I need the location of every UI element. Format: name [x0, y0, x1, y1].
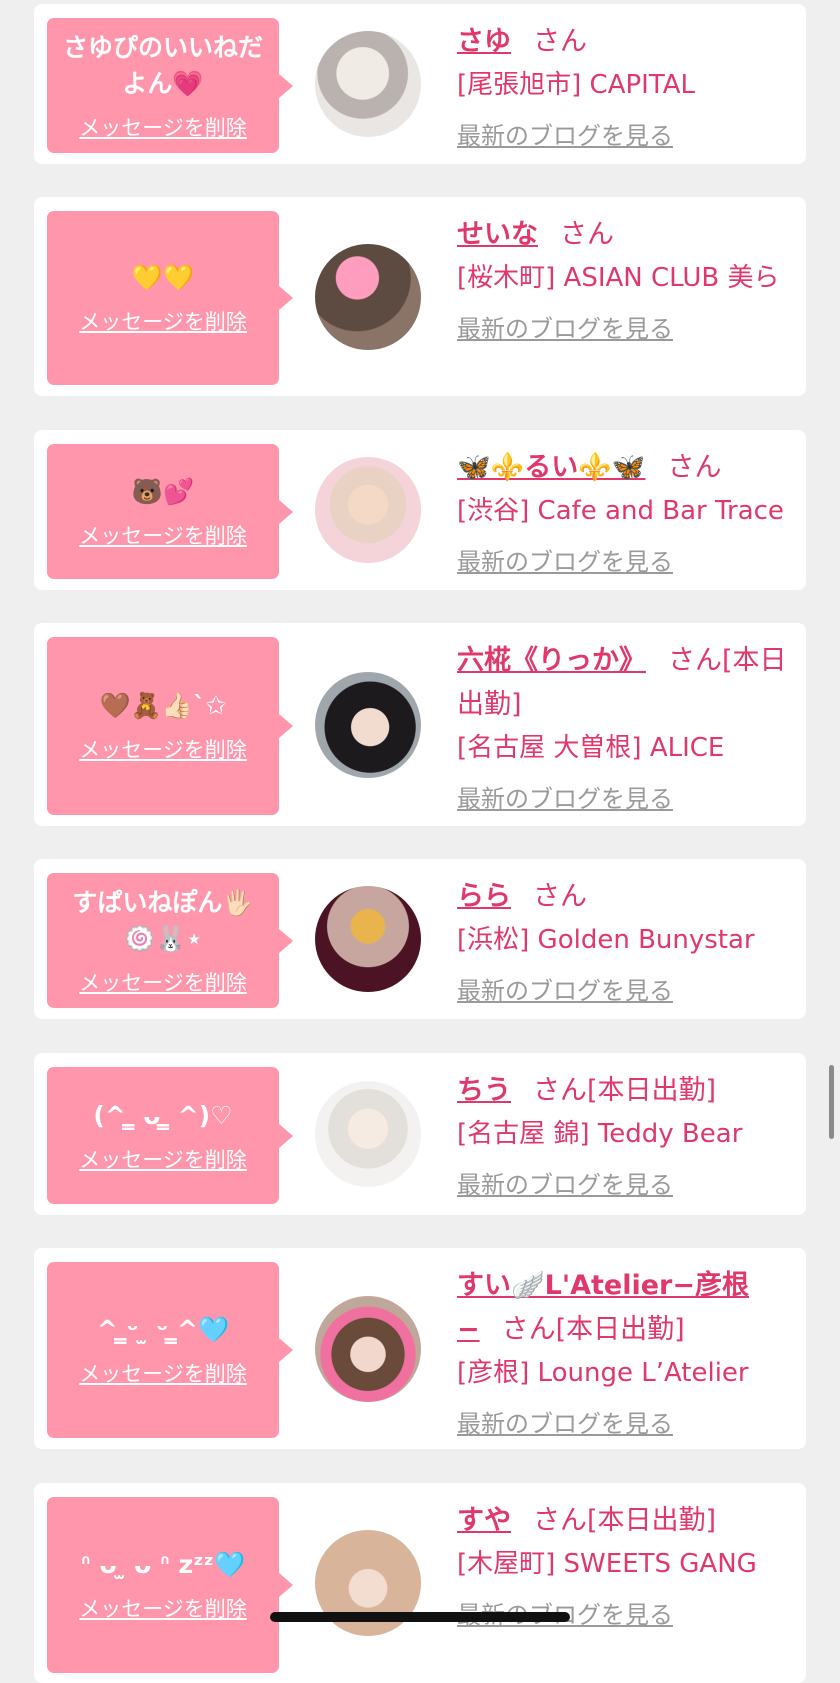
message-text: さゆぴのいいねだよん💗: [62, 32, 263, 98]
work-status: [本日出勤]: [587, 1505, 717, 1536]
profile-info: すやさん[本日出勤][木屋町] SWEETS GANG最新のブログを見る: [457, 1499, 787, 1630]
message-card: ^ ̳ᵕ ̫ ᵕ ̳^🩵 メッセージを削除 すい🪽L'Atelier−彦根− さん[本…: [34, 1248, 806, 1449]
honorific: さん: [501, 1314, 556, 1345]
latest-blog-link[interactable]: 最新のブログを見る: [457, 542, 673, 577]
message-text: (^ ̳ ᴗ ̳ ^)♡: [93, 1100, 233, 1130]
message-bubble: さゆぴのいいねだよん💗 メッセージを削除: [47, 18, 293, 153]
honorific: さん: [533, 1075, 587, 1106]
latest-blog-link[interactable]: 最新のブログを見る: [457, 1165, 673, 1200]
honorific: さん: [668, 645, 722, 676]
delete-message-link[interactable]: メッセージを削除: [79, 112, 247, 142]
name-line: 🦋⚜️るい⚜️🦋 さん: [457, 446, 787, 490]
shop-label: [尾張旭市] CAPITAL: [457, 70, 695, 100]
message-bubble: (^ ̳ ᴗ ̳ ^)♡ メッセージを削除: [47, 1067, 293, 1204]
delete-message-link[interactable]: メッセージを削除: [79, 1593, 247, 1623]
home-indicator: [270, 1612, 570, 1622]
message-card: 🤎🧸👍🏻`✩ メッセージを削除 六椛《りっか》 さん[本日出勤] [名古屋 大曽根] A…: [34, 623, 806, 826]
message-card: 💛💛 メッセージを削除 せいな さん [桜木町] ASIAN CLUB 美ら最新のブログ…: [34, 197, 806, 396]
shop-label: [浜松] Golden Bunystar: [457, 925, 755, 955]
name-line: せいな さん: [457, 213, 787, 257]
shop-label: [木屋町] SWEETS GANG: [457, 1549, 757, 1579]
profile-name-link[interactable]: すや: [457, 1505, 511, 1536]
name-line: さゆ さん: [457, 20, 787, 64]
work-status: [本日出勤]: [555, 1314, 685, 1345]
message-text: 🐻💕: [131, 476, 195, 506]
message-text: ᐢ ᴗ ̫ ᴗ ᐢ zᶻᶻ🩵: [80, 1550, 246, 1579]
profile-info: 六椛《りっか》 さん[本日出勤] [名古屋 大曽根] ALICE 最新のブログを見る: [457, 639, 787, 814]
message-card: (^ ̳ ᴗ ̳ ^)♡ メッセージを削除 ちう さん[本日出勤] [名古屋 錦] Te…: [34, 1053, 806, 1215]
profile-name-link[interactable]: ちう: [457, 1075, 511, 1106]
shop-label: [名古屋 錦] Teddy Bear: [457, 1119, 743, 1149]
profile-name-link[interactable]: さゆ: [457, 26, 511, 57]
delete-message-link[interactable]: メッセージを削除: [79, 967, 247, 997]
delete-message-link[interactable]: メッセージを削除: [79, 1144, 247, 1174]
latest-blog-link[interactable]: 最新のブログを見る: [457, 971, 673, 1006]
avatar[interactable]: [315, 1081, 421, 1187]
delete-message-link[interactable]: メッセージを削除: [79, 1358, 247, 1388]
profile-info: らら さん [浜松] Golden Bunystar 最新のブログを見る: [457, 875, 787, 1006]
name-line: ちう さん[本日出勤]: [457, 1069, 787, 1113]
latest-blog-link[interactable]: 最新のブログを見る: [457, 309, 673, 344]
message-bubble: ᐢ ᴗ ̫ ᴗ ᐢ zᶻᶻ🩵 メッセージを削除: [47, 1497, 293, 1673]
shop-label: [桜木町] ASIAN CLUB 美ら: [457, 263, 780, 293]
honorific: さん: [667, 452, 722, 483]
shop-label: [彦根] Lounge L’Atelier: [457, 1358, 749, 1388]
honorific: さん: [533, 881, 587, 912]
avatar[interactable]: [315, 1295, 421, 1402]
message-bubble: 🤎🧸👍🏻`✩ メッセージを削除: [47, 637, 293, 815]
honorific: さん: [560, 219, 614, 250]
message-card: すぱいねぽん🖐🏻🍥🐰⋆ メッセージを削除 らら さん [浜松] Golden Bunys…: [34, 859, 806, 1019]
profile-info: すい🪽L'Atelier−彦根− さん[本日出勤] [彦根] Lounge L’At…: [457, 1264, 787, 1439]
work-status: [本日出勤]: [587, 1075, 717, 1106]
delete-message-link[interactable]: メッセージを削除: [79, 520, 247, 550]
latest-blog-link[interactable]: 最新のブログを見る: [457, 1404, 673, 1439]
name-line: すや さん[本日出勤]: [457, 1499, 787, 1543]
message-card: 🐻💕 メッセージを削除 🦋⚜️るい⚜️🦋 さん [渋谷] Cafe and Bar Tr…: [34, 430, 806, 590]
name-line: らら さん: [457, 875, 787, 919]
message-text: すぱいねぽん🖐🏻🍥🐰⋆: [72, 887, 254, 953]
avatar[interactable]: [315, 31, 421, 137]
avatar[interactable]: [315, 457, 421, 563]
profile-name-link[interactable]: せいな: [457, 219, 538, 250]
profile-name-link[interactable]: らら: [457, 881, 511, 912]
profile-info: 🦋⚜️るい⚜️🦋 さん [渋谷] Cafe and Bar Trace 最新のブログを…: [457, 446, 787, 577]
profile-info: ちう さん[本日出勤] [名古屋 錦] Teddy Bear 最新のブログを見る: [457, 1069, 787, 1200]
avatar[interactable]: [315, 243, 421, 350]
message-card: さゆぴのいいねだよん💗 メッセージを削除 さゆ さん [尾張旭市] CAPITAL 最新の…: [34, 4, 806, 164]
delete-message-link[interactable]: メッセージを削除: [79, 734, 247, 764]
avatar[interactable]: [315, 671, 421, 778]
scrollbar[interactable]: [829, 1065, 834, 1139]
message-text: ^ ̳ᵕ ̫ ᵕ ̳^🩵: [96, 1315, 230, 1344]
message-text: 🤎🧸👍🏻`✩: [99, 691, 227, 720]
profile-info: せいな さん [桜木町] ASIAN CLUB 美ら最新のブログを見る: [457, 213, 787, 344]
name-line: すい🪽L'Atelier−彦根− さん[本日出勤]: [457, 1264, 787, 1352]
message-card: ᐢ ᴗ ̫ ᴗ ᐢ zᶻᶻ🩵 メッセージを削除 すや さん[本日出勤] [木屋町] SW…: [34, 1483, 806, 1683]
message-bubble: 🐻💕 メッセージを削除: [47, 444, 293, 579]
message-bubble: 💛💛 メッセージを削除: [47, 211, 293, 385]
name-line: 六椛《りっか》 さん[本日出勤]: [457, 639, 787, 727]
profile-name-link[interactable]: 🦋⚜️るい⚜️🦋: [457, 452, 645, 483]
avatar[interactable]: [315, 886, 421, 992]
message-bubble: ^ ̳ᵕ ̫ ᵕ ̳^🩵 メッセージを削除: [47, 1262, 293, 1438]
shop-label: [渋谷] Cafe and Bar Trace: [457, 496, 784, 526]
delete-message-link[interactable]: メッセージを削除: [79, 306, 247, 336]
profile-info: さゆ さん [尾張旭市] CAPITAL 最新のブログを見る: [457, 20, 787, 151]
message-text: 💛💛: [131, 263, 195, 292]
latest-blog-link[interactable]: 最新のブログを見る: [457, 116, 673, 151]
shop-label: [名古屋 大曽根] ALICE: [457, 733, 725, 763]
honorific: さん: [533, 26, 587, 57]
latest-blog-link[interactable]: 最新のブログを見る: [457, 779, 673, 814]
profile-name-link[interactable]: 六椛《りっか》: [457, 645, 646, 676]
honorific: さん: [533, 1505, 587, 1536]
message-bubble: すぱいねぽん🖐🏻🍥🐰⋆ メッセージを削除: [47, 873, 293, 1008]
